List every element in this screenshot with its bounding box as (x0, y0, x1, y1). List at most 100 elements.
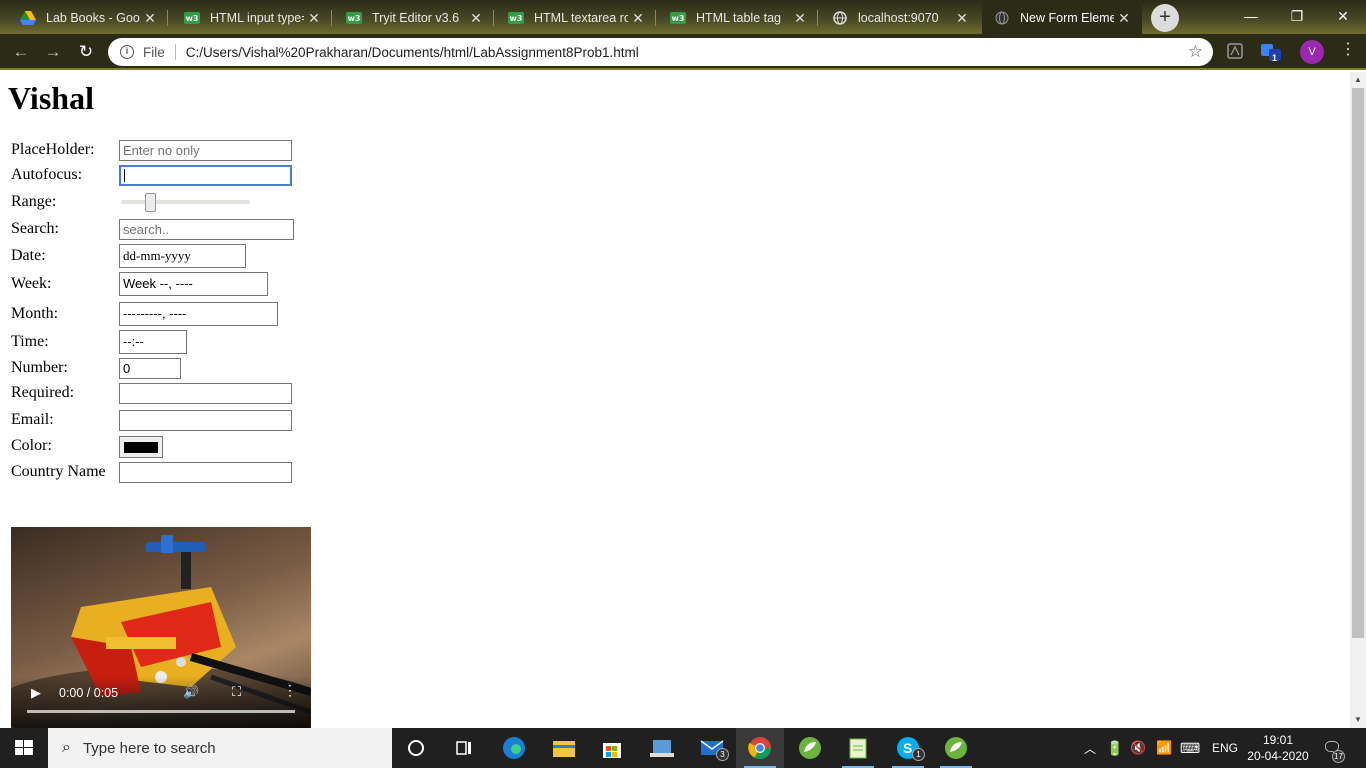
video-progress-bar[interactable] (27, 710, 295, 713)
tab-title: New Form Elemen (1020, 11, 1114, 25)
restore-icon[interactable]: ❐ (1274, 2, 1320, 30)
volume-muted-icon[interactable]: 🔇 (1130, 728, 1146, 768)
date-label: Date: (11, 247, 46, 264)
tab-title: Tryit Editor v3.6 (372, 11, 460, 25)
info-icon[interactable]: i (120, 45, 134, 59)
search-input[interactable]: search.. (119, 219, 294, 240)
placeholder-input[interactable]: Enter no only (119, 140, 292, 161)
divider (174, 44, 176, 60)
close-tab-icon[interactable]: ✕ (1114, 10, 1134, 27)
mail-badge: 3 (716, 748, 729, 761)
scrollbar-thumb[interactable] (1352, 88, 1364, 638)
reload-icon[interactable]: ↻ (75, 41, 97, 63)
search-icon: ⌕ (62, 739, 71, 756)
tab-strip: Lab Books - Googl ✕ w3 HTML input type= … (0, 0, 1366, 34)
tab-html-input-type[interactable]: w3 HTML input type= ✕ (172, 2, 332, 34)
tab-tryit-editor[interactable]: w3 Tryit Editor v3.6 ✕ (334, 2, 494, 34)
color-picker[interactable] (119, 436, 163, 458)
new-tab-button[interactable]: + (1151, 4, 1179, 32)
video-controls: ▶ 0:00 / 0:05 🔊 ⛶ ⋮ (11, 676, 311, 728)
clock-date: 20-04-2020 (1247, 749, 1309, 763)
autofocus-input[interactable] (119, 165, 292, 186)
number-label: Number: (11, 359, 68, 376)
microsoft-store-icon[interactable] (588, 728, 636, 768)
mail-icon[interactable]: 3 (688, 728, 736, 768)
translate-extension-icon[interactable]: 1 (1260, 42, 1281, 63)
w3schools-icon: w3 (508, 12, 524, 24)
tab-title: localhost:9070 (858, 11, 939, 25)
cortana-icon[interactable] (392, 728, 440, 768)
battery-icon[interactable]: 🔋 (1106, 728, 1123, 768)
month-label: Month: (11, 305, 59, 322)
tab-new-form-elements[interactable]: New Form Elemen ✕ (982, 2, 1142, 34)
more-options-icon[interactable]: ⋮ (283, 682, 297, 699)
close-tab-icon[interactable]: ✕ (628, 10, 648, 27)
fullscreen-icon[interactable]: ⛶ (232, 684, 241, 700)
tab-html-textarea[interactable]: w3 HTML textarea row ✕ (496, 2, 656, 34)
pdf-extension-icon[interactable] (1226, 42, 1246, 62)
number-input[interactable]: 0 (119, 358, 181, 379)
python-app-icon[interactable] (638, 728, 686, 768)
task-view-icon[interactable] (440, 728, 488, 768)
wifi-icon[interactable]: 📶 (1156, 728, 1172, 768)
close-tab-icon[interactable]: ✕ (952, 10, 972, 27)
month-input[interactable]: ---------, ---- (119, 302, 278, 326)
volume-icon[interactable]: 🔊 (183, 684, 199, 700)
tab-lab-books[interactable]: Lab Books - Googl ✕ (8, 2, 168, 34)
range-label: Range: (11, 193, 57, 210)
back-icon[interactable]: ← (10, 41, 32, 63)
globe-icon (832, 10, 848, 26)
tab-html-table-tag[interactable]: w3 HTML table tag ✕ (658, 2, 818, 34)
language-indicator[interactable]: ENG (1212, 728, 1238, 768)
tab-title: HTML textarea row (534, 11, 628, 25)
bookmark-star-icon[interactable]: ☆ (1188, 42, 1203, 62)
spring-tool-icon[interactable] (786, 728, 834, 768)
search-label: Search: (11, 220, 59, 237)
email-label: Email: (11, 411, 54, 428)
chrome-icon[interactable] (736, 728, 784, 768)
svg-text:S: S (903, 740, 912, 756)
file-explorer-icon[interactable] (540, 728, 588, 768)
required-input[interactable] (119, 383, 292, 404)
show-hidden-icons[interactable]: ︿ (1084, 728, 1096, 768)
scroll-down-icon[interactable]: ▼ (1352, 715, 1364, 724)
menu-kebab-icon[interactable]: ⋮ (1340, 42, 1356, 58)
spring-boot-icon[interactable] (932, 728, 980, 768)
close-tab-icon[interactable]: ✕ (140, 10, 160, 27)
time-input[interactable]: --:-- (119, 330, 187, 354)
windows-start-icon[interactable] (0, 728, 48, 768)
placeholder-label: PlaceHolder: (11, 141, 95, 158)
scroll-up-icon[interactable]: ▲ (1352, 75, 1364, 84)
notepad-icon[interactable] (834, 728, 882, 768)
w3schools-icon: w3 (346, 12, 362, 24)
week-input[interactable]: Week --, ---- (119, 272, 268, 296)
tab-title: HTML input type= (210, 11, 304, 25)
skype-icon[interactable]: S 1 (884, 728, 932, 768)
profile-avatar[interactable]: V (1300, 40, 1324, 64)
close-tab-icon[interactable]: ✕ (790, 10, 810, 27)
video-player[interactable]: ▶ 0:00 / 0:05 🔊 ⛶ ⋮ (11, 527, 311, 728)
range-slider-thumb[interactable] (144, 193, 156, 212)
close-window-icon[interactable]: ✕ (1320, 2, 1366, 30)
color-label: Color: (11, 437, 52, 454)
range-track[interactable] (121, 200, 250, 204)
close-tab-icon[interactable]: ✕ (304, 10, 324, 27)
keyboard-icon[interactable]: ⌨ (1180, 728, 1200, 768)
close-tab-icon[interactable]: ✕ (466, 10, 486, 27)
play-icon[interactable]: ▶ (31, 685, 41, 701)
scheme-label: File (143, 44, 165, 60)
edge-icon[interactable] (490, 728, 538, 768)
country-input[interactable] (119, 462, 292, 483)
minimize-icon[interactable]: — (1228, 2, 1274, 30)
address-bar[interactable]: i File C:/Users/Vishal%20Prakharan/Docum… (108, 38, 1213, 66)
taskbar-search-box[interactable]: ⌕ Type here to search (48, 728, 392, 768)
extension-badge: 1 (1272, 53, 1278, 63)
url-text[interactable]: C:/Users/Vishal%20Prakharan/Documents/ht… (186, 45, 1188, 60)
forward-icon[interactable]: → (42, 41, 64, 63)
taskbar-clock[interactable]: 19:01 20-04-2020 (1246, 732, 1310, 764)
video-time: 0:00 / 0:05 (59, 686, 119, 700)
windows-taskbar: ⌕ Type here to search 3 S 1 ︿ 🔋 🔇 📶 ⌨ EN… (0, 728, 1366, 768)
date-input[interactable]: dd-mm-yyyy (119, 244, 246, 268)
email-input[interactable] (119, 410, 292, 431)
tab-localhost[interactable]: localhost:9070 ✕ (820, 2, 980, 34)
